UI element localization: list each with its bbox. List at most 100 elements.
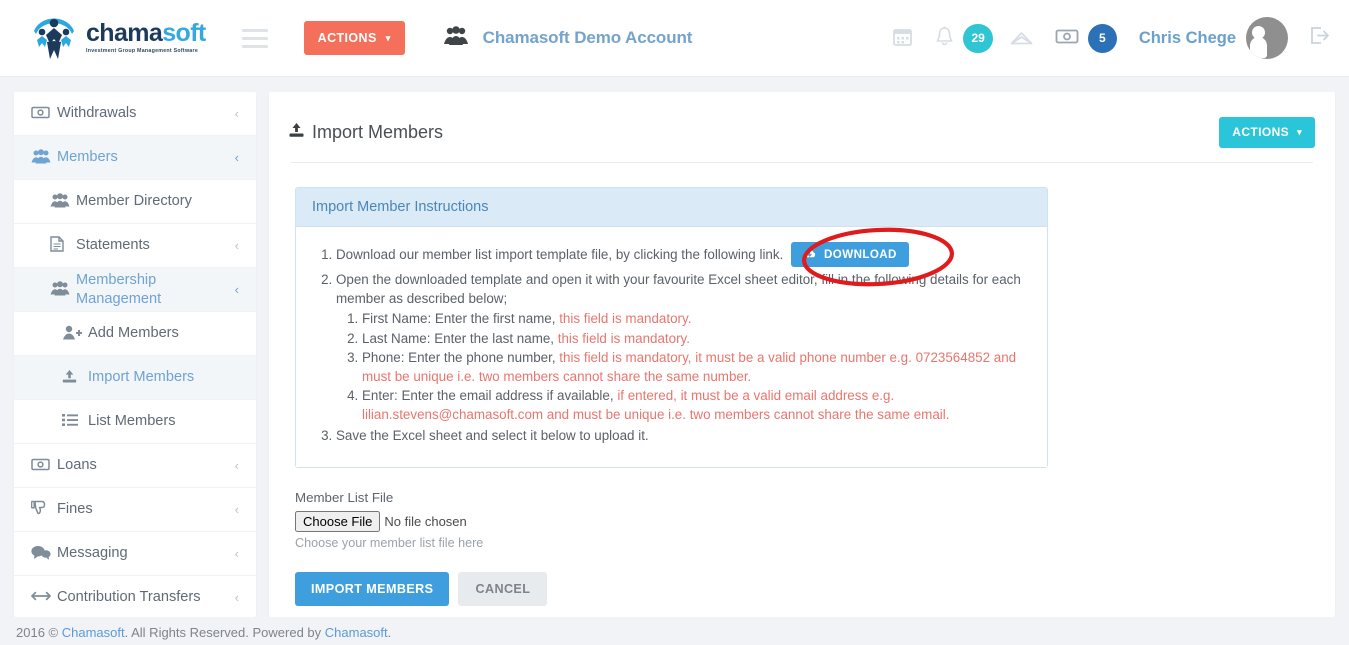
logo-word-primary: chama bbox=[86, 19, 163, 48]
sidebar-item-import-members[interactable]: Import Members bbox=[14, 356, 256, 400]
file-help-text: Choose your member list file here bbox=[295, 535, 484, 550]
bell-icon[interactable] bbox=[924, 26, 965, 51]
import-members-button[interactable]: IMPORT MEMBERS bbox=[295, 571, 450, 606]
top-navigation-bar: chamasoft Investment Group Management So… bbox=[0, 0, 1349, 77]
file-input-row[interactable] bbox=[295, 510, 1309, 532]
user-plus-icon bbox=[62, 325, 88, 343]
upload-icon bbox=[62, 369, 88, 387]
sidebar-item-list-members[interactable]: List Members bbox=[14, 400, 256, 444]
instructions-list: Download our member list import template… bbox=[336, 242, 1029, 446]
download-button[interactable]: DOWNLOAD bbox=[791, 242, 909, 267]
hamburger-icon[interactable] bbox=[241, 28, 268, 48]
sidebar-item-label: Member Directory bbox=[76, 193, 192, 210]
instruction-substeps: First Name: Enter the first name, this f… bbox=[362, 310, 1029, 424]
avatar-body bbox=[1250, 37, 1267, 58]
chevron-left-icon: ‹ bbox=[234, 106, 239, 121]
page-actions-button[interactable]: ACTIONS ▾ bbox=[1219, 116, 1315, 148]
footer-text-before: 2016 © bbox=[16, 625, 62, 640]
chat-icon bbox=[31, 545, 57, 563]
upload-icon bbox=[289, 122, 304, 143]
logout-icon[interactable] bbox=[1308, 25, 1331, 52]
banknote-icon[interactable] bbox=[1044, 28, 1090, 49]
form-button-row: IMPORT MEMBERS CANCEL bbox=[295, 571, 1309, 606]
page-body: Withdrawals ‹ Members ‹ Member Directory Stat… bbox=[0, 77, 1349, 629]
footer-text-mid: . All Rights Reserved. Powered by bbox=[124, 625, 325, 640]
instruction-step-3: Save the Excel sheet and select it below… bbox=[336, 427, 1029, 446]
chevron-left-icon: ‹ bbox=[234, 238, 239, 253]
substep-plain-text: Phone: Enter the phone number, bbox=[362, 350, 560, 365]
main-content-card: Import Members ACTIONS ▾ Import Member I… bbox=[269, 92, 1335, 617]
sidebar-item-add-members[interactable]: Add Members bbox=[14, 312, 256, 356]
hamburger-bar bbox=[241, 36, 268, 40]
sidebar-item-label: Import Members bbox=[88, 369, 195, 386]
import-instructions-panel: Import Member Instructions Download our … bbox=[295, 187, 1048, 468]
notification-count-badge[interactable]: 29 bbox=[963, 23, 993, 53]
chevron-left-icon: ‹ bbox=[234, 546, 239, 561]
sidebar-item-label: Statements bbox=[76, 237, 150, 254]
sidebar-item-messaging[interactable]: Messaging ‹ bbox=[14, 532, 256, 576]
sidebar-item-withdrawals[interactable]: Withdrawals ‹ bbox=[14, 92, 256, 136]
logo-tagline: Investment Group Management Software bbox=[86, 48, 199, 55]
list-icon bbox=[62, 413, 88, 430]
sidebar-item-contribution-transfers[interactable]: Contribution Transfers ‹ bbox=[14, 576, 256, 617]
user-name-label[interactable]: Chris Chege bbox=[1139, 29, 1236, 48]
page-actions-label: ACTIONS bbox=[1232, 125, 1290, 139]
chevron-left-icon: ‹ bbox=[234, 282, 239, 297]
header-actions-button[interactable]: ACTIONS ▾ bbox=[303, 21, 405, 55]
chevron-down-icon: ▾ bbox=[385, 32, 391, 43]
top-bar-right-tools: 29 5 Chris Chege bbox=[881, 17, 1349, 59]
instruction-step-2: Open the downloaded template and open it… bbox=[336, 271, 1029, 424]
sidebar-item-membership-management[interactable]: Membership Management ‹ bbox=[14, 268, 256, 312]
group-icon bbox=[50, 280, 76, 299]
substep-mandatory-note: this field is mandatory. bbox=[559, 311, 692, 326]
page-footer: 2016 © Chamasoft. All Rights Reserved. P… bbox=[0, 617, 1349, 645]
sidebar-item-label: Contribution Transfers bbox=[57, 589, 201, 606]
sidebar-item-label: Members bbox=[57, 149, 118, 166]
member-list-file-input[interactable] bbox=[295, 510, 541, 532]
calendar-icon[interactable] bbox=[881, 26, 924, 51]
sidebar-item-label: Loans bbox=[57, 457, 97, 474]
instruction-substep: Enter: Enter the email address if availa… bbox=[362, 387, 1029, 424]
wallet-count-badge[interactable]: 5 bbox=[1087, 23, 1117, 53]
account-name: Chamasoft Demo Account bbox=[482, 28, 693, 47]
chevron-left-icon: ‹ bbox=[234, 458, 239, 473]
instruction-substep: First Name: Enter the first name, this f… bbox=[362, 310, 1029, 329]
group-icon bbox=[31, 148, 57, 167]
envelope-icon[interactable] bbox=[999, 27, 1044, 50]
instructions-panel-body: Download our member list import template… bbox=[296, 227, 1047, 467]
sidebar-item-label: Membership Management bbox=[76, 272, 162, 307]
sidebar-item-label: List Members bbox=[88, 413, 176, 430]
arrows-icon bbox=[31, 590, 57, 605]
sidebar-item-loans[interactable]: Loans ‹ bbox=[14, 444, 256, 488]
download-button-label: DOWNLOAD bbox=[824, 248, 897, 261]
account-switcher[interactable]: Chamasoft Demo Account bbox=[443, 26, 693, 50]
instruction-step-2-text: Open the downloaded template and open it… bbox=[336, 272, 1021, 306]
hamburger-bar bbox=[241, 28, 268, 32]
sidebar-item-statements[interactable]: Statements ‹ bbox=[14, 224, 256, 268]
banknote-icon bbox=[31, 458, 57, 474]
hamburger-bar bbox=[241, 44, 268, 48]
instruction-step-1-text: Download our member list import template… bbox=[336, 247, 784, 263]
sidebar-item-label: Messaging bbox=[57, 545, 128, 562]
instruction-step-3-text: Save the Excel sheet and select it below… bbox=[336, 428, 649, 443]
page-title-text: Import Members bbox=[312, 121, 444, 142]
instruction-step-1: Download our member list import template… bbox=[336, 242, 1029, 268]
group-icon bbox=[50, 192, 76, 211]
sidebar-item-label: Fines bbox=[57, 501, 93, 518]
substep-mandatory-note: this field is mandatory. bbox=[557, 330, 690, 346]
sidebar-item-member-directory[interactable]: Member Directory bbox=[14, 180, 256, 224]
footer-link-chamasoft-2[interactable]: Chamasoft bbox=[325, 625, 388, 640]
group-icon bbox=[443, 26, 469, 50]
thumbs-down-icon bbox=[30, 500, 57, 519]
substep-plain-text: Last Name: Enter the last name, bbox=[362, 330, 558, 346]
content-body: Import Member Instructions Download our … bbox=[269, 163, 1335, 606]
brand-logo[interactable]: chamasoft Investment Group Management So… bbox=[28, 14, 206, 62]
footer-link-chamasoft-1[interactable]: Chamasoft bbox=[62, 625, 125, 640]
cancel-button[interactable]: CANCEL bbox=[458, 571, 548, 606]
avatar[interactable] bbox=[1246, 17, 1288, 59]
instruction-substep: Last Name: Enter the last name, this fie… bbox=[362, 330, 1029, 349]
file-field-label: Member List File bbox=[295, 489, 394, 505]
chamasoft-logo-icon bbox=[28, 14, 80, 62]
sidebar-item-fines[interactable]: Fines ‹ bbox=[14, 488, 256, 532]
sidebar-item-members[interactable]: Members ‹ bbox=[14, 136, 256, 180]
